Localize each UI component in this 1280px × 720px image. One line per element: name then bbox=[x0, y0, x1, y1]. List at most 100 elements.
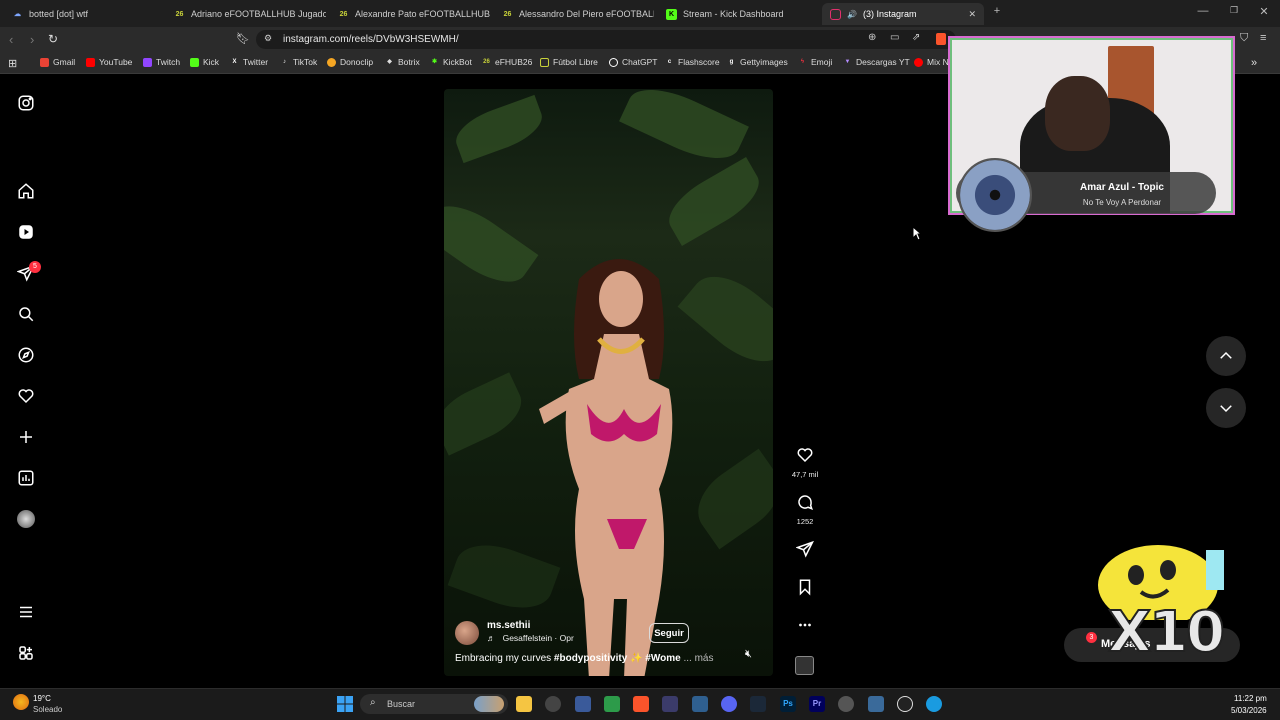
author-username[interactable]: ms.sethii bbox=[487, 620, 530, 631]
bookmark-futbol-libre[interactable]: Fútbol Libre bbox=[540, 57, 598, 67]
edge-icon[interactable] bbox=[926, 696, 942, 712]
follow-button[interactable]: Seguir bbox=[649, 623, 689, 643]
taskbar-time[interactable]: 11:22 pm bbox=[1234, 694, 1267, 703]
bookmark-twitch[interactable]: Twitch bbox=[143, 57, 180, 67]
app-icon-2[interactable] bbox=[604, 696, 620, 712]
calculator-icon[interactable] bbox=[692, 696, 708, 712]
zoom-icon[interactable]: ⊕ bbox=[868, 32, 876, 43]
tab-del-piero[interactable]: 26 Alessandro Del Piero eFOOTBALLH bbox=[494, 3, 654, 25]
bookmark-mix[interactable]: Mix N bbox=[914, 57, 949, 67]
comment-button[interactable]: 1252 bbox=[789, 493, 821, 526]
back-icon[interactable]: ‹ bbox=[9, 32, 13, 47]
reload-icon[interactable]: ↻ bbox=[48, 32, 58, 46]
chrome-icon[interactable] bbox=[545, 696, 561, 712]
profile-avatar[interactable] bbox=[14, 507, 38, 531]
new-tab-icon[interactable]: + bbox=[989, 5, 1005, 17]
bookmark-botrix[interactable]: ◆ Botrix bbox=[385, 57, 420, 67]
bookmark-descargas-yt[interactable]: ▼ Descargas YT bbox=[843, 57, 910, 67]
apps-grid-icon[interactable]: ⊞ bbox=[8, 57, 17, 70]
also-from-meta-icon[interactable] bbox=[14, 641, 38, 665]
explore-icon[interactable] bbox=[14, 343, 38, 367]
cast-icon[interactable]: ▭ bbox=[890, 32, 899, 43]
bookmark-page-icon[interactable]: 🔖︎ bbox=[236, 32, 250, 45]
insights-icon[interactable] bbox=[14, 466, 38, 490]
messages-badge: 3 bbox=[1086, 632, 1097, 643]
bookmark-label: eFHUB26 bbox=[495, 57, 533, 67]
windows-start-icon[interactable] bbox=[337, 696, 353, 712]
media-player-icon[interactable] bbox=[897, 696, 913, 712]
share-button[interactable] bbox=[789, 540, 821, 563]
premiere-icon[interactable]: Pr bbox=[809, 696, 825, 712]
reel-audio-thumbnail[interactable] bbox=[795, 656, 814, 675]
vpn-shield-icon[interactable]: ⛉ bbox=[1240, 32, 1248, 45]
bookmark-youtube[interactable]: YouTube bbox=[86, 57, 132, 67]
tab-instagram[interactable]: 🔊 (3) Instagram ✕ bbox=[822, 3, 984, 25]
home-icon[interactable] bbox=[14, 179, 38, 203]
efhub-icon: 26 bbox=[483, 58, 490, 65]
tab-alexandre-pato[interactable]: 26 Alexandre Pato eFOOTBALLHUB Juga bbox=[330, 3, 490, 25]
reel-audio[interactable]: ♬ Gesaffelstein · Opr bbox=[487, 633, 574, 643]
author-avatar[interactable] bbox=[455, 621, 479, 645]
bookmark-flashscore[interactable]: c Flashscore bbox=[665, 57, 720, 67]
bookmark-chatgpt[interactable]: ChatGPT bbox=[609, 57, 657, 67]
discord-icon[interactable] bbox=[721, 696, 737, 712]
hashtag[interactable]: #bodypositivity bbox=[554, 653, 627, 664]
tab-kick-dashboard[interactable]: K Stream - Kick Dashboard bbox=[658, 3, 818, 25]
more-bookmarks-icon[interactable]: » bbox=[1251, 57, 1257, 69]
bookmark-emoji[interactable]: ϟ Emoji bbox=[798, 57, 832, 67]
settings-gear-icon[interactable] bbox=[838, 696, 854, 712]
hamburger-menu-icon[interactable] bbox=[14, 600, 38, 624]
bookmark-tiktok[interactable]: ♪ TikTok bbox=[280, 57, 317, 67]
instagram-logo-icon[interactable] bbox=[14, 91, 38, 115]
reel-video[interactable] bbox=[444, 89, 773, 676]
minimize-icon[interactable]: — bbox=[1195, 5, 1211, 17]
hashtag[interactable]: #Wome bbox=[645, 653, 680, 664]
bookmark-kickbot[interactable]: ✱ KickBot bbox=[430, 57, 472, 67]
close-window-icon[interactable]: ✕ bbox=[1256, 5, 1272, 18]
comments-count: 1252 bbox=[796, 517, 814, 526]
brave-shield-icon[interactable] bbox=[936, 33, 946, 45]
volume-icon[interactable]: 🔇︎ bbox=[745, 648, 752, 661]
bookmark-kick[interactable]: Kick bbox=[190, 57, 219, 67]
taskbar-date[interactable]: 5/03/2026 bbox=[1231, 706, 1267, 715]
share-icon[interactable]: ⇗ bbox=[912, 32, 920, 43]
brave-icon[interactable] bbox=[633, 696, 649, 712]
close-tab-icon[interactable]: ✕ bbox=[968, 9, 976, 20]
music-note-icon: ♬ bbox=[487, 633, 496, 643]
bookmark-gmail[interactable]: Gmail bbox=[40, 57, 75, 67]
weather-description[interactable]: Soleado bbox=[33, 705, 62, 714]
previous-reel-button[interactable] bbox=[1206, 336, 1246, 376]
save-button[interactable] bbox=[789, 578, 821, 601]
tab-botted[interactable]: ☁ botted [dot] wtf bbox=[4, 3, 162, 25]
app-icon[interactable] bbox=[575, 696, 591, 712]
like-button[interactable]: 47,7 mil bbox=[789, 446, 821, 479]
caption-more-link[interactable]: ... más bbox=[681, 653, 713, 664]
steam-icon[interactable] bbox=[750, 696, 766, 712]
notepad-icon[interactable] bbox=[868, 696, 884, 712]
search-icon[interactable] bbox=[14, 302, 38, 326]
next-reel-button[interactable] bbox=[1206, 388, 1246, 428]
bookmark-donoclip[interactable]: Donoclip bbox=[327, 57, 373, 67]
forward-icon[interactable]: › bbox=[30, 32, 34, 47]
bookmark-gettyimages[interactable]: g Gettyimages bbox=[727, 57, 788, 67]
site-info-icon[interactable]: ⚙ bbox=[264, 33, 272, 44]
app-icon-3[interactable] bbox=[662, 696, 678, 712]
botrix-icon: ◆ bbox=[387, 58, 392, 65]
ellipsis-icon bbox=[799, 623, 811, 627]
more-options-button[interactable] bbox=[789, 616, 821, 639]
reels-icon[interactable] bbox=[14, 220, 38, 244]
bookmark-twitter[interactable]: X Twitter bbox=[230, 57, 268, 67]
url-field[interactable]: ⚙ instagram.com/reels/DVbW3HSEWMH/ ⊕ ▭ ⇗ bbox=[256, 30, 956, 49]
menu-icon[interactable]: ≡ bbox=[1260, 32, 1266, 44]
create-plus-icon[interactable] bbox=[14, 425, 38, 449]
youtube-icon bbox=[86, 57, 95, 67]
weather-temperature[interactable]: 19°C bbox=[33, 694, 51, 703]
heart-icon[interactable] bbox=[14, 384, 38, 408]
weather-sun-icon[interactable] bbox=[13, 694, 29, 710]
restore-icon[interactable]: ❐ bbox=[1226, 5, 1242, 16]
photoshop-icon[interactable]: Ps bbox=[780, 696, 796, 712]
file-explorer-icon[interactable] bbox=[516, 696, 532, 712]
tab-adriano[interactable]: 26 Adriano eFOOTBALLHUB Jugadores bbox=[166, 3, 326, 25]
bookmark-efhub26[interactable]: 26 eFHUB26 bbox=[482, 57, 532, 67]
taskbar-search-label: Buscar bbox=[387, 699, 416, 709]
